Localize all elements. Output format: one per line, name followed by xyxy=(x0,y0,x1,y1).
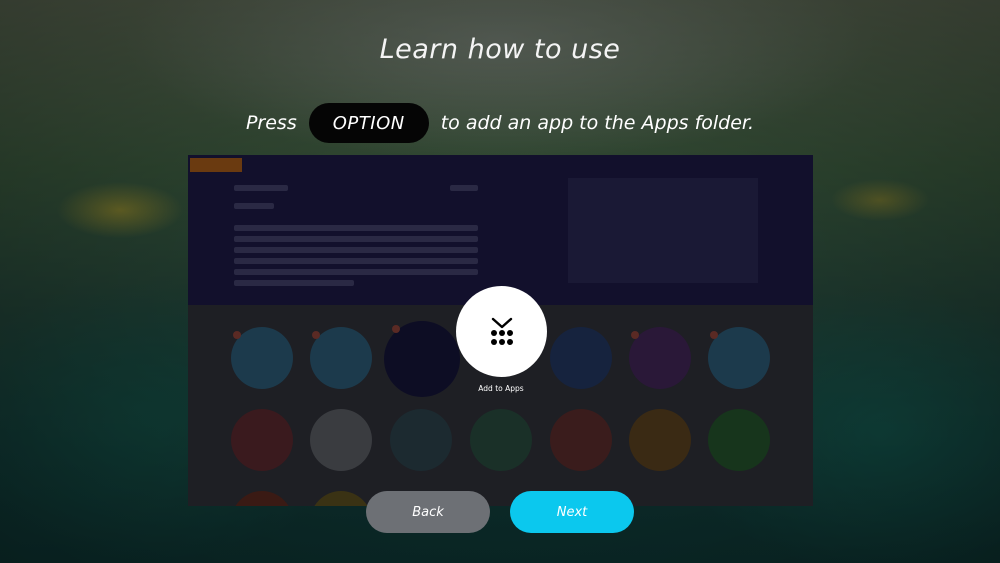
preview-text-line xyxy=(234,247,478,253)
preview-app-circle xyxy=(390,409,452,471)
preview-app-circle xyxy=(629,409,691,471)
preview-star-icon xyxy=(233,331,241,339)
instruction-press-label: Press xyxy=(245,112,297,134)
preview-star-icon xyxy=(392,325,400,333)
add-to-apps-button[interactable] xyxy=(456,286,547,377)
preview-detail-panel xyxy=(188,155,813,305)
preview-badge xyxy=(190,158,242,172)
preview-text-line xyxy=(234,269,478,275)
preview-text-line xyxy=(234,236,478,242)
preview-app-circle xyxy=(231,491,293,506)
page-title: Learn how to use xyxy=(379,34,621,65)
preview-thumbnail xyxy=(568,178,758,283)
add-to-apps-icon xyxy=(490,317,513,345)
preview-app-circle xyxy=(310,409,372,471)
preview-text-line xyxy=(234,203,274,209)
preview-star-icon xyxy=(710,331,718,339)
preview-star-icon xyxy=(631,331,639,339)
preview-text-line xyxy=(450,185,478,191)
next-button[interactable]: Next xyxy=(510,491,634,533)
instruction-text: Press OPTION to add an app to the Apps f… xyxy=(0,102,1000,144)
preview-app-circle xyxy=(550,327,612,389)
tutorial-screen: Learn how to use Press OPTION to add an … xyxy=(0,0,1000,563)
preview-app-circle xyxy=(310,491,372,506)
instruction-suffix-label: to add an app to the Apps folder. xyxy=(440,112,755,134)
preview-app-circle xyxy=(550,409,612,471)
preview-text-line xyxy=(234,258,478,264)
preview-text-line xyxy=(234,185,288,191)
preview-app-circle xyxy=(470,409,532,471)
preview-star-icon xyxy=(312,331,320,339)
preview-text-line xyxy=(234,225,478,231)
preview-app-circle xyxy=(708,409,770,471)
add-to-apps-label: Add to Apps xyxy=(478,384,524,393)
preview-text-line xyxy=(234,280,354,286)
back-button[interactable]: Back xyxy=(366,491,490,533)
option-key-pill: OPTION xyxy=(308,103,429,143)
preview-app-circle xyxy=(231,409,293,471)
